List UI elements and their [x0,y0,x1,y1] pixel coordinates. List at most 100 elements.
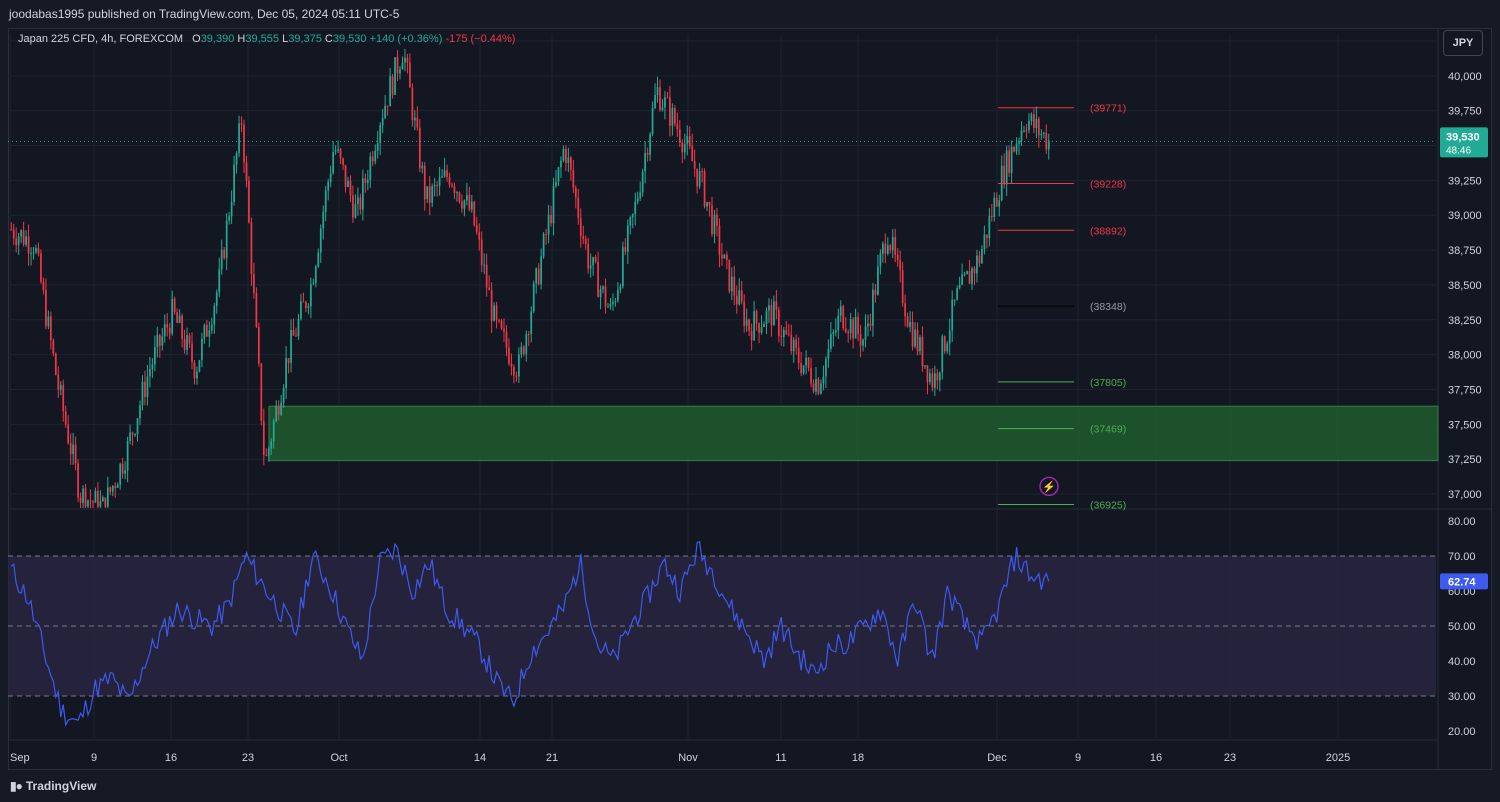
time-tick-label: 18 [852,752,864,764]
candle-body [89,500,92,502]
candle-body [515,375,518,377]
level-label: (37469) [1090,424,1126,436]
candle-body [755,311,758,324]
candle-body [825,358,827,377]
candle-body [352,195,354,218]
candle-body [124,470,127,474]
candle-body [683,144,686,153]
candle-body [74,444,77,464]
candle-body [968,271,971,284]
candle-body [773,301,775,326]
time-tick-label: 23 [1224,752,1236,764]
symbol-name[interactable]: Japan 225 CFD, 4h, FOREXCOM [18,33,183,45]
candle-body [857,316,859,334]
candle-body [914,329,916,347]
time-tick-label: 16 [165,752,177,764]
candle-body [282,388,285,403]
candle-body [854,316,857,339]
candle-body [243,124,245,163]
candle-body [941,336,944,373]
candle-body [574,187,577,198]
candle-body [1020,130,1023,141]
candle-body [456,192,458,194]
candle-body [985,234,988,239]
candle-body [1042,132,1045,134]
chart-canvas[interactable]: 40,25040,00039,75039,50039,25039,00038,7… [8,28,1492,770]
candle-body [69,443,72,454]
candle-body [896,254,899,260]
bar-countdown: 48:46 [1446,145,1471,156]
price-tick-label: 39,750 [1448,106,1482,118]
tradingview-logo-icon: ▮● [10,779,23,793]
low-value: 39,375 [288,33,322,45]
candle-body [448,177,451,185]
candle-body [745,319,748,326]
candle-body [636,198,639,202]
candle-body [753,311,755,341]
candle-body [931,373,934,388]
candle-body [342,158,344,165]
open-label: O [192,33,201,45]
rsi-tick-label: 80.00 [1448,516,1476,528]
candle-body [166,324,169,328]
candle-body [582,236,585,239]
time-tick-label: 9 [1075,752,1081,764]
candle-body [864,326,867,340]
candle-body [792,339,795,352]
candle-body [547,214,550,235]
candle-body [649,133,651,155]
candle-body [1003,165,1006,185]
level-label: (39771) [1090,103,1126,115]
footer-brand[interactable]: ▮● TradingView [10,779,96,793]
last-price-value: 39,530 [1446,131,1480,143]
candle-body [344,164,347,187]
currency-button[interactable]: JPY [1443,30,1483,56]
candle-body [919,337,921,352]
candle-body [1045,132,1048,150]
candle-body [998,200,1001,207]
candle-body [277,406,280,415]
candle-body [67,424,70,444]
candle-body [666,97,669,99]
candle-body [701,171,703,173]
candle-body [146,376,149,398]
candle-body [1008,150,1011,173]
candle-body [230,201,233,217]
time-tick-label: 23 [242,752,254,764]
candle-body [431,186,434,203]
candle-body [275,406,278,422]
candle-body [958,285,961,289]
candle-body [272,421,275,442]
candle-body [285,358,287,389]
candle-body [782,330,785,337]
candle-body [621,247,624,287]
candle-body [527,333,530,335]
candle-body [302,301,305,303]
candle-body [10,229,13,231]
candle-body [832,332,835,335]
candle-body [493,305,495,321]
candle-body [785,330,788,334]
candle-body [916,329,919,352]
candle-body [129,432,131,441]
candle-body [292,329,295,336]
candle-body [253,274,255,293]
candle-body [463,200,466,209]
candle-body [485,264,488,288]
candle-body [696,168,699,187]
candle-body [981,249,983,264]
candle-body [829,334,832,350]
candle-body [62,385,65,412]
candle-body [77,463,79,498]
candle-body [354,204,357,218]
candle-body [837,315,840,331]
candle-body [775,301,778,310]
candle-body [800,363,803,374]
rsi-last-value: 62.74 [1448,576,1476,588]
candle-body [862,339,864,346]
candle-body [671,108,674,126]
candle-body [921,337,924,367]
candle-body [676,123,679,130]
time-tick-label: 14 [474,752,486,764]
demand-zone[interactable] [268,405,1439,462]
